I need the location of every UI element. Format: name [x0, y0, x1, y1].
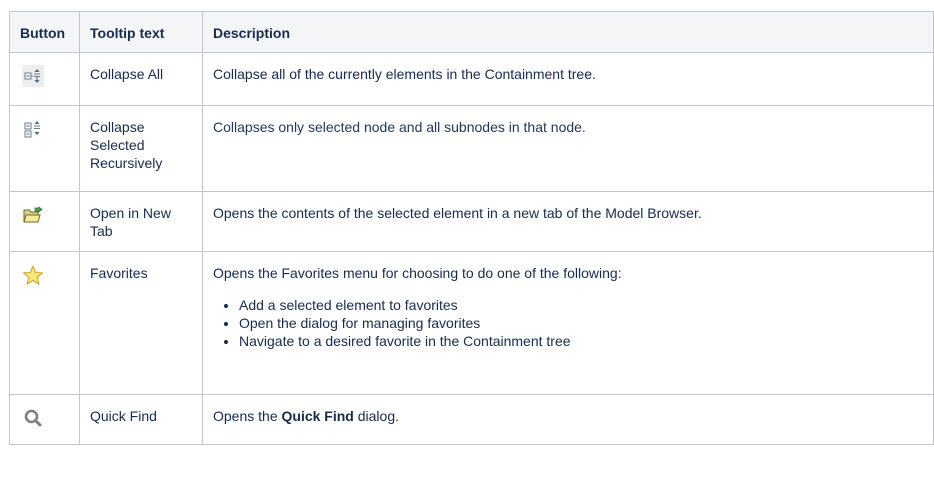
description-text: Opens the Favorites menu for choosing to…	[213, 265, 622, 281]
description-cell: Collapses only selected node and all sub…	[202, 105, 934, 192]
table-row: Collapse Selected Recursively Collapses …	[9, 105, 934, 192]
list-item: Open the dialog for managing favorites	[239, 314, 923, 332]
description-text: Collapses only selected node and all sub…	[213, 119, 586, 135]
table-row: Open in New Tab Opens the contents of th…	[9, 191, 934, 252]
tooltip-cell: Open in New Tab	[79, 191, 203, 252]
open-in-new-tab-icon[interactable]	[22, 204, 44, 226]
table-row: Favorites Opens the Favorites menu for c…	[9, 251, 934, 395]
description-prefix: Opens the	[213, 408, 282, 424]
tooltip-cell: Collapse Selected Recursively	[79, 105, 203, 192]
quick-find-magnifier-icon[interactable]	[22, 407, 44, 429]
table-header-row: Button Tooltip text Description	[9, 11, 934, 53]
button-cell	[9, 251, 80, 395]
toolbar-buttons-table: Button Tooltip text Description Collapse…	[9, 11, 934, 445]
description-cell: Opens the Quick Find dialog.	[202, 394, 934, 445]
button-cell	[9, 394, 80, 445]
list-item: Navigate to a desired favorite in the Co…	[239, 332, 923, 350]
description-cell: Collapse all of the currently elements i…	[202, 52, 934, 106]
list-item: Add a selected element to favorites	[239, 296, 923, 314]
button-cell	[9, 52, 80, 106]
favorites-options-list: Add a selected element to favorites Open…	[213, 296, 923, 350]
header-tooltip-text: Tooltip text	[79, 11, 203, 53]
tooltip-cell: Collapse All	[79, 52, 203, 106]
quick-find-dialog-name: Quick Find	[281, 408, 354, 424]
table-row: Quick Find Opens the Quick Find dialog.	[9, 394, 934, 445]
header-description: Description	[202, 11, 934, 53]
tooltip-cell: Quick Find	[79, 394, 203, 445]
description-cell: Opens the contents of the selected eleme…	[202, 191, 934, 252]
tooltip-cell: Favorites	[79, 251, 203, 395]
collapse-all-icon[interactable]	[22, 65, 44, 87]
description-suffix: dialog.	[353, 408, 399, 424]
favorites-star-icon[interactable]	[22, 264, 44, 286]
header-button: Button	[9, 11, 80, 53]
table-row: Collapse All Collapse all of the current…	[9, 52, 934, 106]
description-cell: Opens the Favorites menu for choosing to…	[202, 251, 934, 395]
collapse-selected-recursively-icon[interactable]	[22, 118, 44, 140]
button-cell	[9, 191, 80, 252]
button-cell	[9, 105, 80, 192]
